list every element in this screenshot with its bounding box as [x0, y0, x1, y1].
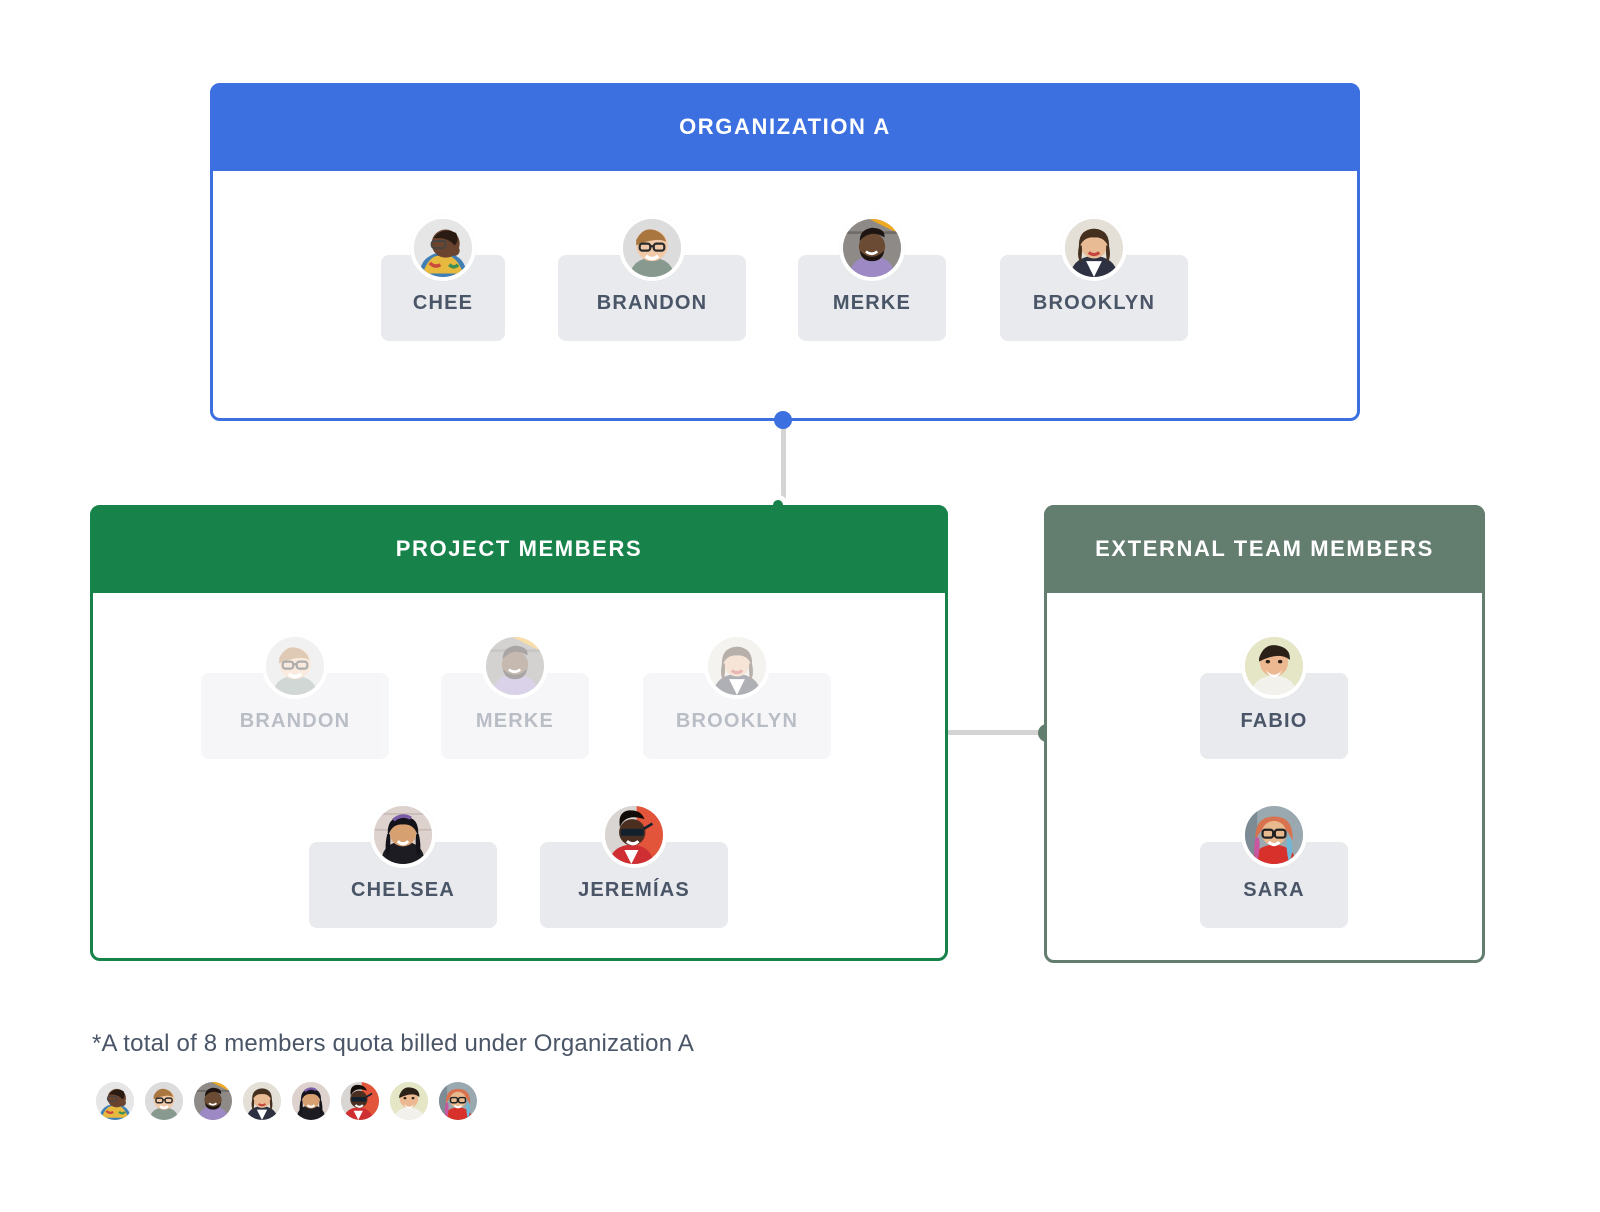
member-card-sara[interactable]: SARA	[1200, 802, 1348, 928]
footer-quota-note: *A total of 8 members quota billed under…	[92, 1030, 695, 1057]
member-card-brooklyn[interactable]: BROOKLYN	[1000, 215, 1188, 341]
avatar-sara-icon	[1241, 802, 1307, 868]
avatar-jeremias-icon	[339, 1080, 381, 1122]
member-name: BROOKLYN	[1032, 292, 1156, 314]
avatar-merke-icon	[482, 633, 548, 699]
member-name: MERKE	[475, 710, 555, 732]
member-name: SARA	[1243, 879, 1305, 901]
footer-avatar-strip	[94, 1080, 479, 1122]
member-name: MERKE	[832, 292, 912, 314]
member-name: FABIO	[1240, 710, 1308, 732]
avatar-brooklyn-icon	[704, 633, 770, 699]
member-name: CHEE	[412, 292, 474, 314]
avatar-jeremias-icon	[601, 802, 667, 868]
external-members-header: EXTERNAL TEAM MEMBERS	[1044, 505, 1485, 593]
project-members-header: PROJECT MEMBERS	[90, 505, 948, 593]
member-card-chelsea[interactable]: CHELSEA	[309, 802, 497, 928]
avatar-merke-icon	[839, 215, 905, 281]
member-card-brandon-shared[interactable]: BRANDON	[201, 633, 389, 759]
organization-a-header: ORGANIZATION A	[210, 83, 1360, 171]
member-card-brandon[interactable]: BRANDON	[558, 215, 746, 341]
avatar-brooklyn-icon	[241, 1080, 283, 1122]
organization-a-title: ORGANIZATION A	[679, 114, 891, 139]
diagram-canvas: ORGANIZATION A CHEE BRANDON MERKE BROOKL…	[0, 0, 1600, 1212]
avatar-brooklyn-icon	[1061, 215, 1127, 281]
avatar-brandon-icon	[262, 633, 328, 699]
member-card-jeremias[interactable]: JEREMÍAS	[540, 802, 728, 928]
member-name: BRANDON	[596, 292, 708, 314]
avatar-brandon-icon	[619, 215, 685, 281]
connector-org-dot	[774, 411, 792, 429]
project-members-box: PROJECT MEMBERS BRANDON MERKE BROOKLYN C…	[90, 505, 948, 961]
external-members-box: EXTERNAL TEAM MEMBERS FABIO SARA	[1044, 505, 1485, 963]
member-card-chee[interactable]: CHEE	[381, 215, 505, 341]
member-card-brooklyn-shared[interactable]: BROOKLYN	[643, 633, 831, 759]
avatar-brandon-icon	[143, 1080, 185, 1122]
avatar-fabio-icon	[388, 1080, 430, 1122]
member-name: JEREMÍAS	[578, 879, 690, 901]
member-name: BROOKLYN	[675, 710, 799, 732]
organization-a-box: ORGANIZATION A CHEE BRANDON MERKE BROOKL…	[210, 83, 1360, 421]
project-members-title: PROJECT MEMBERS	[395, 536, 643, 561]
avatar-chelsea-icon	[290, 1080, 332, 1122]
member-card-fabio[interactable]: FABIO	[1200, 633, 1348, 759]
member-card-merke[interactable]: MERKE	[798, 215, 946, 341]
member-name: BRANDON	[239, 710, 351, 732]
member-card-merke-shared[interactable]: MERKE	[441, 633, 589, 759]
connector-project-to-external-line	[948, 730, 1048, 735]
avatar-merke-icon	[192, 1080, 234, 1122]
avatar-fabio-icon	[1241, 633, 1307, 699]
avatar-chee-icon	[94, 1080, 136, 1122]
member-name: CHELSEA	[351, 879, 455, 901]
avatar-chee-icon	[410, 215, 476, 281]
external-members-title: EXTERNAL TEAM MEMBERS	[1095, 536, 1434, 561]
avatar-chelsea-icon	[370, 802, 436, 868]
avatar-sara-icon	[437, 1080, 479, 1122]
